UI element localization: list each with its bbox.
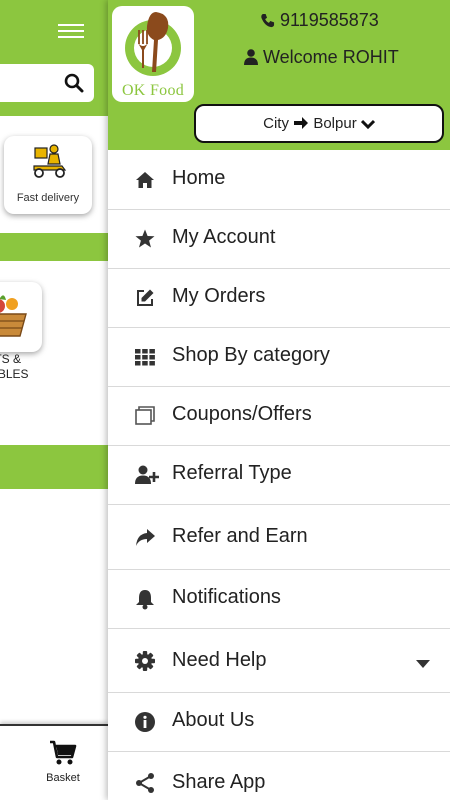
drawer-header: OK Food 9119585873 Welcome ROHIT City Bo…	[108, 0, 450, 150]
menu-item-label: Home	[172, 167, 226, 189]
menu-item-home[interactable]: Home	[108, 150, 450, 210]
basket-nav-item[interactable]: Basket	[38, 740, 88, 784]
fast-delivery-card[interactable]: Fast delivery	[4, 136, 92, 214]
home-icon	[134, 169, 156, 191]
phone-text: 9119585873	[280, 10, 379, 30]
menu-item-label: My Orders	[172, 285, 266, 307]
basket-label: Basket	[46, 772, 80, 784]
menu-item-notifications[interactable]: Notifications	[108, 570, 450, 629]
welcome-message: Welcome ROHIT	[244, 47, 399, 70]
navigation-drawer: OK Food 9119585873 Welcome ROHIT City Bo…	[108, 0, 450, 800]
search-input[interactable]	[0, 64, 94, 102]
search-icon[interactable]	[64, 73, 84, 98]
chevron-down-icon	[360, 108, 375, 143]
cart-icon	[49, 740, 77, 770]
phone-number: 9119585873	[260, 10, 379, 33]
gear-icon	[134, 650, 156, 672]
delivery-scooter-icon	[32, 142, 68, 185]
bell-icon	[134, 588, 156, 610]
grid-icon	[134, 346, 156, 368]
menu-item-label: Share App	[172, 771, 266, 793]
city-selector-button[interactable]: City Bolpur	[194, 104, 444, 143]
menu-item-label: About Us	[172, 709, 255, 731]
info-icon	[134, 711, 156, 733]
menu-item-refer-and-earn[interactable]: Refer and Earn	[108, 505, 450, 570]
welcome-text: Welcome ROHIT	[263, 47, 399, 67]
menu-item-shop-by-category[interactable]: Shop By category	[108, 328, 450, 387]
menu-item-label: Shop By category	[172, 344, 330, 366]
fruits-vegetables-card[interactable]	[0, 282, 42, 352]
logo-text: OK Food	[121, 82, 185, 99]
menu-item-label: Coupons/Offers	[172, 403, 312, 425]
clone-icon	[134, 405, 156, 427]
share-icon	[134, 772, 156, 794]
ok-food-logo: OK Food	[112, 6, 194, 102]
menu-item-label: My Account	[172, 226, 276, 248]
plate-spoon-fork-icon	[125, 12, 181, 76]
user-plus-icon	[134, 464, 159, 486]
menu-item-label: Referral Type	[172, 462, 292, 484]
fast-delivery-label: Fast delivery	[16, 192, 80, 204]
edit-icon	[134, 287, 156, 309]
menu-item-share-app[interactable]: Share App	[108, 752, 450, 800]
phone-icon	[260, 12, 275, 33]
menu-item-my-account[interactable]: My Account	[108, 210, 450, 269]
caret-down-icon[interactable]	[416, 656, 430, 668]
drawer-menu: Home My Account My Orders Shop By catego…	[108, 150, 450, 800]
vegetable-basket-icon	[0, 290, 28, 343]
menu-item-referral-type[interactable]: Referral Type	[108, 446, 450, 505]
city-value: Bolpur	[313, 115, 357, 132]
menu-item-my-orders[interactable]: My Orders	[108, 269, 450, 328]
star-icon	[134, 228, 156, 250]
menu-item-label: Refer and Earn	[172, 525, 308, 547]
section-band	[0, 445, 108, 489]
background-screen: Fast delivery ITS & TABLES Basket	[0, 0, 108, 800]
city-label: City	[263, 115, 289, 132]
menu-item-need-help[interactable]: Need Help	[108, 629, 450, 693]
menu-item-coupons-offers[interactable]: Coupons/Offers	[108, 387, 450, 446]
share-arrow-icon	[134, 527, 156, 549]
section-band	[0, 233, 108, 261]
arrow-right-icon	[293, 108, 309, 143]
menu-item-label: Notifications	[172, 586, 281, 608]
menu-item-label: Need Help	[172, 649, 267, 671]
hamburger-menu-icon[interactable]	[58, 20, 86, 42]
user-icon	[244, 49, 258, 70]
category-label: ITS & TABLES	[0, 352, 29, 381]
menu-item-about-us[interactable]: About Us	[108, 693, 450, 752]
